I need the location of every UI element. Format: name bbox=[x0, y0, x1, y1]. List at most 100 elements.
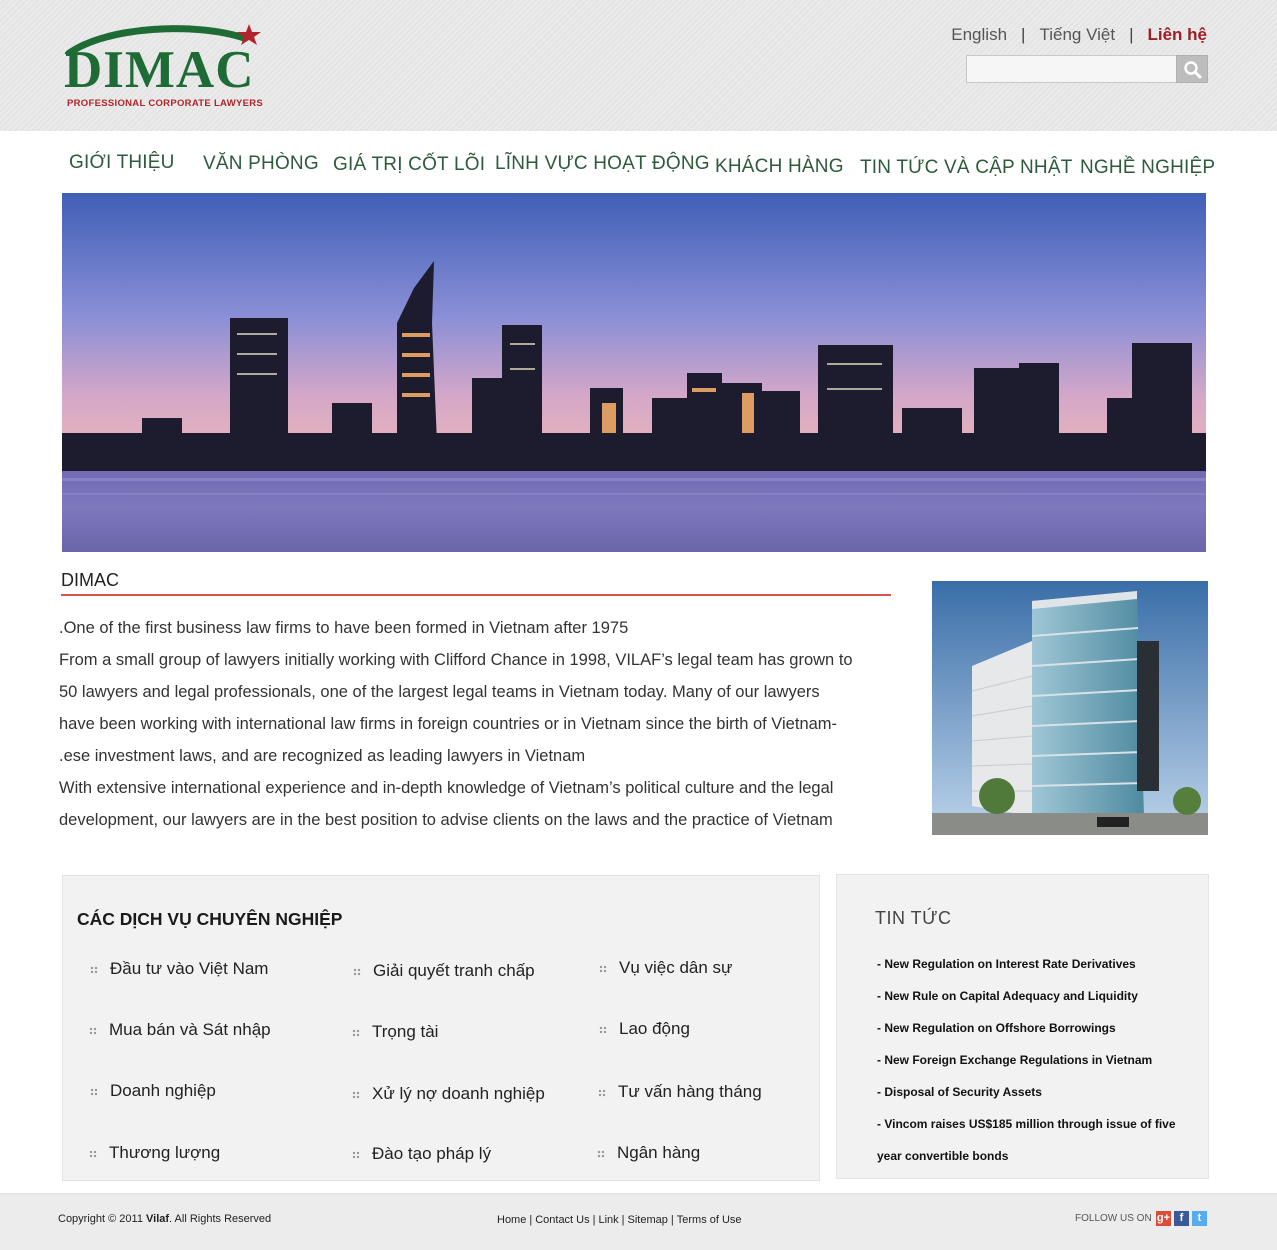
footer-link-separator: | bbox=[529, 1214, 533, 1226]
main-nav: GIỚI THIỆU VĂN PHÒNG GIÁ TRỊ CỐT LÕI LĨN… bbox=[0, 131, 1277, 193]
footer-link-sitemap[interactable]: Sitemap bbox=[628, 1214, 668, 1226]
nav-item-tin-tuc[interactable]: TIN TỨC VÀ CẬP NHẬT bbox=[860, 157, 1073, 179]
intro-text: .One of the first business law firms to … bbox=[59, 612, 909, 836]
copyright-brand: Vilaf bbox=[146, 1213, 170, 1225]
service-label: Lao động bbox=[619, 1019, 690, 1038]
intro-line: .One of the first business law firms to … bbox=[59, 619, 629, 637]
service-item[interactable]: Mua bán và Sát nhập bbox=[89, 1020, 271, 1040]
facebook-icon[interactable]: f bbox=[1174, 1211, 1189, 1226]
bullet-icon bbox=[353, 967, 361, 976]
bullet-icon bbox=[352, 1090, 360, 1099]
footer-link-terms[interactable]: Terms of Use bbox=[677, 1214, 742, 1226]
bullet-icon bbox=[599, 1025, 607, 1034]
footer-link-home[interactable]: Home bbox=[497, 1214, 526, 1226]
logo-brand: DIMAC bbox=[64, 41, 255, 99]
nav-item-khach-hang[interactable]: KHÁCH HÀNG bbox=[715, 156, 844, 178]
service-label: Đầu tư vào Việt Nam bbox=[110, 959, 269, 978]
service-item[interactable]: Đào tạo pháp lý bbox=[352, 1144, 491, 1164]
news-item-link-continued[interactable]: year convertible bonds bbox=[877, 1149, 1008, 1163]
service-item[interactable]: Tư vấn hàng tháng bbox=[598, 1082, 762, 1102]
footer-link-separator: | bbox=[621, 1214, 625, 1226]
footer: Copyright © 2011 Vilaf. All Rights Reser… bbox=[0, 1193, 1277, 1250]
news-item-link[interactable]: - New Foreign Exchange Regulations in Vi… bbox=[877, 1053, 1152, 1067]
intro-line: From a small group of lawyers initially … bbox=[59, 651, 853, 669]
service-label: Vụ việc dân sự bbox=[619, 958, 733, 977]
bullet-icon bbox=[89, 1026, 97, 1035]
lang-separator: | bbox=[1021, 25, 1026, 44]
nav-item-gia-tri-cot-loi[interactable]: GIÁ TRỊ CỐT LÕI bbox=[333, 154, 485, 176]
bullet-icon bbox=[90, 965, 98, 974]
service-label: Xử lý nợ doanh nghiệp bbox=[372, 1084, 545, 1103]
lang-english-link[interactable]: English bbox=[951, 25, 1007, 45]
search-box bbox=[966, 55, 1208, 83]
service-item[interactable]: Ngân hàng bbox=[597, 1143, 700, 1163]
intro-line: .ese investment laws, and are recognized… bbox=[59, 747, 586, 765]
service-item[interactable]: Đầu tư vào Việt Nam bbox=[90, 959, 268, 979]
copyright: Copyright © 2011 Vilaf. All Rights Reser… bbox=[58, 1213, 271, 1225]
service-label: Ngân hàng bbox=[617, 1143, 701, 1162]
lang-vietnamese-link[interactable]: Tiếng Việt bbox=[1039, 25, 1115, 45]
footer-link-link[interactable]: Link bbox=[598, 1214, 618, 1226]
bullet-icon bbox=[597, 1149, 605, 1158]
service-label: Tư vấn hàng tháng bbox=[618, 1082, 762, 1101]
logo-tagline: PROFESSIONAL CORPORATE LAWYERS bbox=[67, 98, 264, 109]
nav-item-van-phong[interactable]: VĂN PHÒNG bbox=[203, 153, 319, 175]
language-bar: English | Tiếng Việt | Liên hệ bbox=[951, 25, 1207, 45]
search-input[interactable] bbox=[966, 55, 1177, 83]
bullet-icon bbox=[352, 1150, 360, 1159]
news-item-link[interactable]: - New Rule on Capital Adequacy and Liqui… bbox=[877, 989, 1138, 1003]
nav-item-linh-vuc-hoat-dong[interactable]: LĨNH VỰC HOẠT ĐỘNG bbox=[495, 153, 710, 175]
news-item-link[interactable]: - New Regulation on Offshore Borrowings bbox=[877, 1021, 1116, 1035]
logo[interactable]: DIMAC PROFESSIONAL CORPORATE LAWYERS bbox=[62, 20, 264, 115]
contact-link[interactable]: Liên hệ bbox=[1147, 25, 1207, 45]
search-icon bbox=[1184, 61, 1202, 79]
service-item[interactable]: Doanh nghiệp bbox=[90, 1081, 216, 1101]
service-item[interactable]: Trọng tài bbox=[352, 1022, 438, 1042]
twitter-icon[interactable]: t bbox=[1192, 1211, 1207, 1226]
google-plus-icon[interactable]: g+ bbox=[1156, 1211, 1171, 1226]
news-item-link[interactable]: - Disposal of Security Assets bbox=[877, 1085, 1042, 1099]
copyright-prefix: Copyright © 2011 bbox=[58, 1213, 147, 1225]
intro-line: have been working with international law… bbox=[59, 715, 838, 733]
service-label: Thương lượng bbox=[109, 1143, 221, 1162]
intro-divider bbox=[61, 594, 891, 596]
search-button[interactable] bbox=[1176, 55, 1208, 83]
service-label: Trọng tài bbox=[372, 1022, 439, 1041]
bullet-icon bbox=[89, 1149, 97, 1158]
office-building-image bbox=[932, 581, 1208, 835]
bullet-icon bbox=[598, 1088, 606, 1097]
service-label: Mua bán và Sát nhập bbox=[109, 1020, 271, 1039]
service-item[interactable]: Giải quyết tranh chấp bbox=[353, 961, 535, 981]
footer-links: Home | Contact Us | Link | Sitemap | Terms of Us… bbox=[497, 1214, 742, 1226]
service-item[interactable]: Lao động bbox=[599, 1019, 690, 1039]
page: DIMAC PROFESSIONAL CORPORATE LAWYERS Eng… bbox=[0, 0, 1277, 1250]
lang-separator: | bbox=[1129, 25, 1134, 44]
intro-title: DIMAC bbox=[61, 570, 119, 590]
nav-item-nghe-nghiep[interactable]: NGHỀ NGHIỆP bbox=[1080, 157, 1215, 179]
news-title: TIN TỨC bbox=[875, 908, 952, 928]
service-item[interactable]: Xử lý nợ doanh nghiệp bbox=[352, 1084, 545, 1104]
news-item-link[interactable]: - Vincom raises US$185 million through i… bbox=[877, 1117, 1176, 1131]
footer-link-contact[interactable]: Contact Us bbox=[535, 1214, 589, 1226]
header: DIMAC PROFESSIONAL CORPORATE LAWYERS Eng… bbox=[0, 0, 1277, 131]
intro-line: 50 lawyers and legal professionals, one … bbox=[59, 683, 820, 701]
news-item-link[interactable]: - New Regulation on Interest Rate Deriva… bbox=[877, 957, 1136, 971]
copyright-suffix: . All Rights Reserved bbox=[169, 1213, 272, 1225]
intro-line: development, our lawyers are in the best… bbox=[59, 811, 833, 829]
footer-link-separator: | bbox=[592, 1214, 596, 1226]
bullet-icon bbox=[90, 1087, 98, 1096]
bullet-icon bbox=[599, 964, 607, 973]
nav-item-gioi-thieu[interactable]: GIỚI THIỆU bbox=[69, 152, 175, 174]
service-label: Doanh nghiệp bbox=[110, 1081, 216, 1100]
service-item[interactable]: Vụ việc dân sự bbox=[599, 958, 732, 978]
intro-line: With extensive international experience … bbox=[59, 779, 834, 797]
services-title: CÁC DỊCH VỤ CHUYÊN NGHIỆP bbox=[77, 909, 343, 929]
follow-us-label: FOLLOW US ON bbox=[1075, 1213, 1152, 1224]
hero-banner-image bbox=[62, 193, 1206, 552]
service-label: Đào tạo pháp lý bbox=[372, 1144, 492, 1163]
footer-link-separator: | bbox=[670, 1214, 674, 1226]
service-label: Giải quyết tranh chấp bbox=[373, 961, 535, 980]
news-panel: TIN TỨC - New Regulation on Interest Rat… bbox=[836, 874, 1209, 1179]
service-item[interactable]: Thương lượng bbox=[89, 1143, 220, 1163]
bullet-icon bbox=[352, 1028, 360, 1037]
